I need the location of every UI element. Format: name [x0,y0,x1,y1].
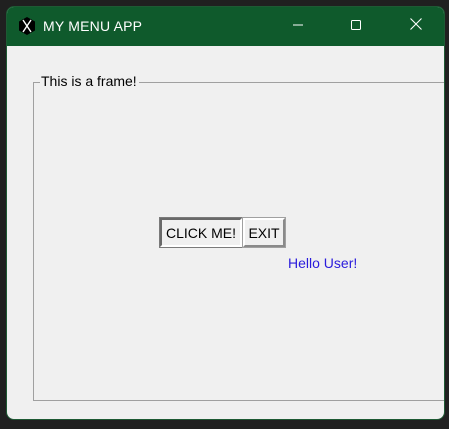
exit-button[interactable]: EXIT [242,217,286,248]
greeting-label: Hello User! [288,255,358,271]
close-icon [409,17,423,36]
click-me-button[interactable]: CLICK ME! [159,217,243,248]
app-window: MY MENU APP This is a frame! CLICK ME! E… [6,6,445,420]
title-bar[interactable]: MY MENU APP [7,7,444,46]
logo-icon [19,17,35,35]
minimize-icon [292,18,304,36]
window-title: MY MENU APP [43,18,143,34]
maximize-icon [350,18,362,36]
minimize-button[interactable] [275,7,321,46]
frame-label: This is a frame! [40,73,139,89]
close-button[interactable] [393,7,439,46]
maximize-button[interactable] [333,7,379,46]
